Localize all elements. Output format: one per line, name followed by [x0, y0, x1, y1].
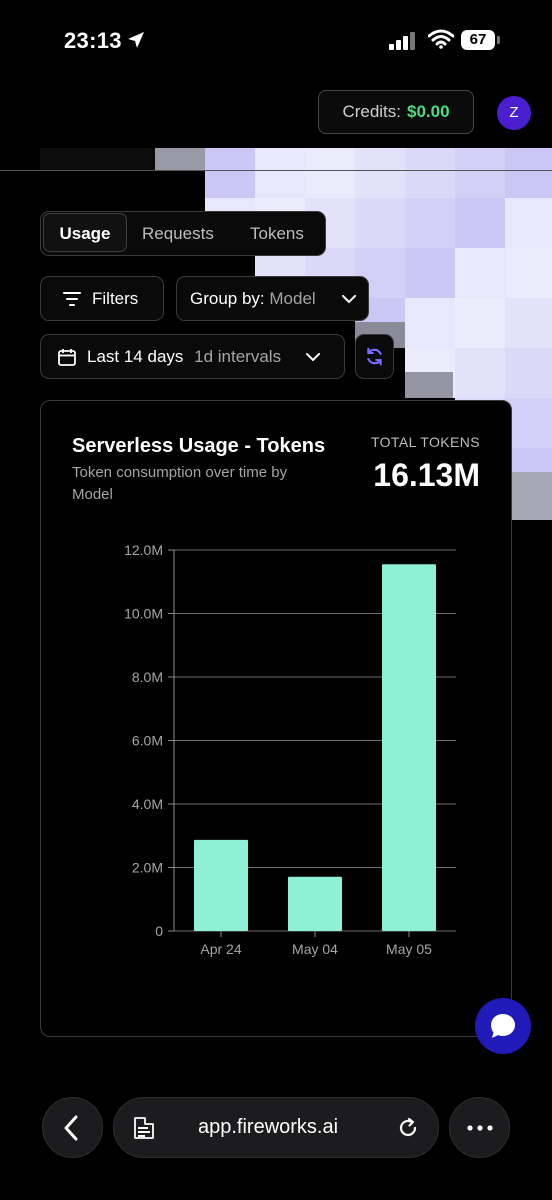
- mosaic-tile: [505, 398, 552, 448]
- view-tabs: Usage Requests Tokens: [40, 211, 326, 256]
- date-range-select[interactable]: Last 14 days 1d intervals: [40, 334, 345, 379]
- y-tick-label: 0: [155, 923, 163, 939]
- chat-support-button[interactable]: [475, 998, 531, 1054]
- mosaic-tile: [455, 148, 505, 198]
- chevron-down-icon: [306, 353, 320, 362]
- reload-icon: [399, 1117, 417, 1137]
- mosaic-tile: [255, 148, 305, 198]
- bar: [382, 564, 436, 931]
- usage-card: Serverless Usage - Tokens Token consumpt…: [40, 400, 512, 1037]
- mosaic-tile: [405, 148, 455, 198]
- bar: [288, 876, 342, 931]
- mosaic-tile: [155, 148, 205, 170]
- ellipsis-icon: [467, 1125, 493, 1131]
- mosaic-tile: [505, 298, 552, 348]
- mosaic-tile: [405, 372, 453, 398]
- group-by-value: Model: [269, 289, 316, 308]
- mosaic-tile: [355, 148, 405, 198]
- back-button[interactable]: [42, 1097, 103, 1158]
- credits-label: Credits:: [342, 102, 402, 121]
- clock: 23:13: [64, 28, 122, 53]
- cellular-signal-icon: [389, 32, 415, 50]
- location-arrow-icon: [128, 32, 144, 48]
- y-tick-label: 10.0M: [124, 606, 163, 622]
- y-tick-label: 6.0M: [132, 733, 163, 749]
- mosaic-tile: [405, 248, 455, 298]
- filters-button[interactable]: Filters: [40, 276, 164, 321]
- tab-tokens[interactable]: Tokens: [250, 212, 304, 255]
- more-options-button[interactable]: [449, 1097, 510, 1158]
- x-tick-label: Apr 24: [200, 941, 241, 957]
- date-range-label: Last 14 days: [87, 347, 184, 366]
- page-menu-icon: [134, 1117, 154, 1139]
- mosaic-tile: [505, 472, 552, 520]
- refresh-icon: [367, 347, 382, 366]
- divider: [0, 170, 552, 171]
- mosaic-tile: [40, 148, 155, 170]
- credits-value: $0.00: [407, 102, 450, 121]
- mosaic-tile: [405, 298, 455, 348]
- mosaic-tile: [505, 198, 552, 248]
- x-tick-label: May 05: [386, 941, 432, 957]
- filters-label: Filters: [92, 289, 139, 308]
- usage-bar-chart: 0 2.0M 4.0M 6.0M 8.0M 10.0M 12.0M Apr 24 May 04 M…: [124, 542, 456, 957]
- mosaic-tile: [455, 298, 505, 348]
- filter-icon: [63, 292, 81, 306]
- status-bar: 23:13 67: [0, 0, 552, 84]
- battery-indicator: 67: [461, 30, 495, 50]
- tab-usage[interactable]: Usage: [43, 213, 127, 252]
- chevron-left-icon: [64, 1115, 78, 1141]
- bar: [194, 839, 248, 931]
- y-tick-label: 2.0M: [132, 860, 163, 876]
- mosaic-tile: [505, 348, 552, 398]
- x-tick-label: May 04: [292, 941, 338, 957]
- tab-requests[interactable]: Requests: [142, 212, 214, 255]
- user-avatar[interactable]: Z: [497, 96, 531, 130]
- battery-nub: [497, 36, 500, 44]
- group-by-label: Group by:: [190, 289, 265, 308]
- url-text: app.fireworks.ai: [198, 1116, 339, 1138]
- mosaic-tile: [405, 198, 455, 248]
- mosaic-tile: [205, 148, 255, 198]
- chat-bubble-icon: [491, 1014, 515, 1038]
- calendar-icon: [58, 349, 76, 366]
- mosaic-tile: [355, 198, 405, 248]
- y-tick-label: 4.0M: [132, 796, 163, 812]
- chevron-down-icon: [342, 295, 356, 304]
- wifi-icon: [428, 29, 454, 49]
- credits-display[interactable]: Credits: $0.00: [318, 90, 474, 134]
- mosaic-tile: [305, 148, 355, 198]
- address-bar[interactable]: app.fireworks.ai: [113, 1097, 439, 1158]
- mosaic-tile: [455, 248, 505, 298]
- group-by-select[interactable]: Group by: Model: [176, 276, 369, 321]
- mosaic-tile: [455, 198, 505, 248]
- refresh-button[interactable]: [355, 334, 394, 379]
- interval-label: 1d intervals: [194, 347, 282, 366]
- y-tick-label: 12.0M: [124, 542, 163, 558]
- mosaic-tile: [505, 148, 552, 198]
- y-tick-label: 8.0M: [132, 669, 163, 685]
- mosaic-tile: [505, 248, 552, 298]
- mosaic-tile: [455, 348, 505, 398]
